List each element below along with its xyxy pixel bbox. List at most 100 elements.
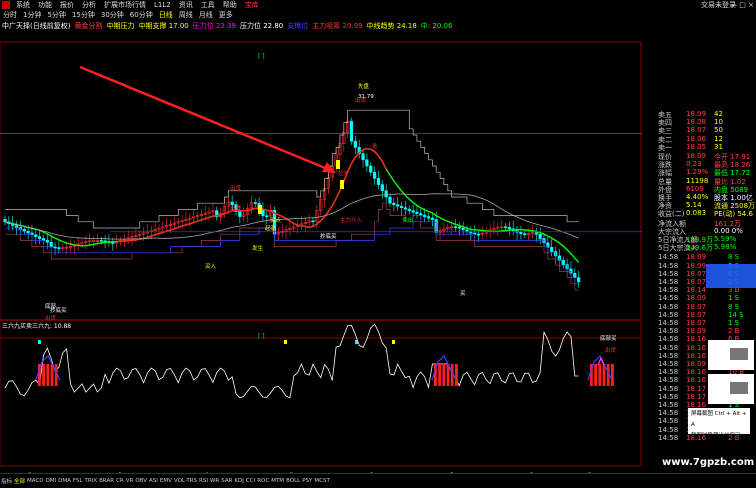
menu-item-5[interactable]: L1L2: [150, 1, 175, 9]
menu-item-2[interactable]: 报价: [56, 0, 78, 10]
quote-row-14: 大宗流入 0.00 0%: [642, 226, 756, 236]
window-controls[interactable]: — □ ×: [730, 1, 754, 9]
menu-item-7[interactable]: 工具: [197, 0, 219, 10]
tick-row-8: 14:58 18.07 1 S: [642, 319, 756, 327]
candle-body: [519, 232, 523, 234]
indicator-tab-1[interactable]: 全部: [13, 477, 26, 485]
indicator-tab-4[interactable]: DMA: [57, 478, 72, 484]
sub-bar: [598, 364, 602, 386]
period-tab-0[interactable]: 分时: [0, 10, 20, 20]
candle-body: [423, 214, 427, 217]
sub-bar: [594, 364, 597, 386]
tick-time: 14:58: [658, 368, 679, 377]
period-tab-9[interactable]: 更多: [216, 10, 236, 20]
indicator-tab-10[interactable]: OBV: [134, 478, 148, 484]
menu-item-6[interactable]: 资讯: [175, 0, 197, 10]
quote-extra: 5.59%: [714, 235, 737, 243]
ma-long-line: [4, 193, 579, 240]
indicator-tab-19[interactable]: ROC: [256, 478, 270, 484]
candle-body: [461, 227, 465, 231]
candle-body: [253, 202, 257, 204]
indicator-tab-21[interactable]: BOLL: [285, 478, 301, 484]
indicator-tab-23[interactable]: MCST: [313, 478, 330, 484]
indicator-tab-3[interactable]: DMI: [45, 478, 58, 484]
indicator-tab-13[interactable]: VOL-TRS: [173, 478, 198, 484]
period-tab-3[interactable]: 15分钟: [69, 10, 98, 20]
quote-extra: 10: [714, 118, 723, 127]
period-tab-2[interactable]: 5分钟: [44, 10, 68, 20]
period-tab-1[interactable]: 1分钟: [20, 10, 44, 20]
candle-body: [534, 232, 538, 235]
candle-body: [538, 233, 542, 239]
menu-item-9[interactable]: 宝库: [241, 0, 263, 10]
selected-quote-highlight: [706, 264, 756, 288]
info-item-7: 主力吸筹 20.99: [312, 22, 363, 30]
tick-price: 18.16: [686, 335, 707, 344]
quote-value: 11198: [686, 176, 709, 185]
quote-extra: 31: [714, 142, 723, 151]
candle-body: [573, 272, 577, 278]
period-tab-7[interactable]: 周线: [176, 10, 196, 20]
indicator-tab-12[interactable]: EMV: [159, 478, 173, 484]
tick-vol: 8 S: [728, 302, 740, 311]
thumbnail-0[interactable]: [708, 340, 754, 370]
quote-extra: 12: [714, 134, 723, 143]
thumbnail-1[interactable]: [708, 374, 754, 404]
indicator-tab-20[interactable]: MTM: [270, 478, 285, 484]
tick-time: 14:58: [658, 409, 679, 418]
indicator-tab-14[interactable]: RSI: [198, 478, 209, 484]
sub-indicator-value: 三六九: 10.88: [32, 322, 71, 330]
indicator-tab-9[interactable]: VR: [125, 478, 135, 484]
indicator-tab-18[interactable]: CCI: [245, 478, 256, 484]
indicator-tab-0[interactable]: 指标: [0, 477, 13, 485]
quote-row-12: 收益(二) 0.083 PE(动) 54.6: [642, 209, 756, 218]
candle-body: [415, 211, 419, 214]
menu-item-0[interactable]: 系统: [12, 0, 34, 10]
chart-label-15: 出货: [45, 314, 57, 322]
quote-row-2: 卖三 18.07 50: [642, 126, 756, 135]
chart-label-10: 起涨: [265, 224, 277, 232]
indicator-tab-8[interactable]: CR: [115, 478, 125, 484]
sub-bars-group: [38, 364, 614, 386]
candle-body: [411, 210, 415, 213]
tick-time: 14:58: [658, 417, 679, 426]
indicator-tab-16[interactable]: SAR: [220, 478, 233, 484]
candle-body: [111, 242, 115, 244]
period-tab-8[interactable]: 月线: [196, 10, 216, 20]
indicator-tab-5[interactable]: FSL: [72, 478, 84, 484]
quote-extra: 5.98%: [714, 243, 737, 252]
period-tab-6[interactable]: 日线: [156, 10, 176, 20]
candle-body: [265, 215, 269, 218]
candle-body: [14, 225, 19, 228]
indicator-tab-6[interactable]: TRIX: [84, 478, 99, 484]
candle-body: [34, 234, 38, 237]
quote-value: 18.09: [686, 152, 707, 160]
menu-item-3[interactable]: 分析: [78, 0, 100, 10]
menu-item-4[interactable]: 扩展市场行情: [100, 0, 150, 10]
menu-item-1[interactable]: 功能: [34, 0, 56, 10]
period-tab-5[interactable]: 60分钟: [127, 10, 156, 20]
indicator-tab-22[interactable]: PSY: [301, 478, 313, 484]
indicator-tab-7[interactable]: BRAR: [98, 478, 115, 484]
chart-label-8: 抄底买: [320, 232, 337, 240]
tick-row-7: 14:58 18.07 14 S: [642, 311, 756, 319]
tick-time: 14:58: [658, 376, 679, 385]
sub-bar: [438, 364, 441, 386]
indicator-tab-11[interactable]: ASI: [148, 478, 159, 484]
indicator-row: 指标 全部 MACD DMI DMA FSL TRIX BRAR CR VR OBV ASI EMV VO…: [0, 474, 756, 488]
quote-extra: 0.00 0%: [714, 226, 743, 235]
tick-price: 18.09: [686, 253, 707, 262]
menu-item-8[interactable]: 帮助: [219, 0, 241, 10]
indicator-tab-17[interactable]: KDJ: [233, 478, 244, 484]
quote-value: 4.40%: [686, 193, 709, 201]
indicator-tab-15[interactable]: WR: [209, 478, 220, 484]
period-tab-4[interactable]: 30分钟: [98, 10, 127, 20]
sub-magenta-peak: [597, 356, 605, 366]
candle-body: [403, 207, 408, 210]
quote-value: 18.05: [686, 142, 707, 151]
quote-row-10: 换手 4.40% 股本 1.00亿: [642, 193, 756, 202]
tick-row-9: 14:58 18.09 2 B: [642, 327, 756, 335]
quote-value: 18.09: [686, 110, 707, 118]
indicator-tab-2[interactable]: MACD: [26, 478, 45, 484]
candle-body: [26, 230, 30, 234]
